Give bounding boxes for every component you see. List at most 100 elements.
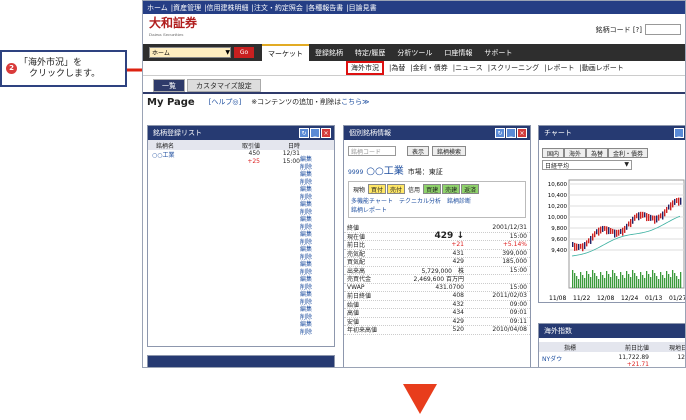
x-tick: 01/27 (669, 295, 686, 302)
panel-title: 個別銘柄情報 (349, 129, 391, 137)
edit-link[interactable]: 編集 (300, 171, 330, 179)
minimize-icon[interactable]: _ (674, 128, 684, 138)
edit-link[interactable]: 編集 (300, 276, 330, 284)
close-icon[interactable]: × (517, 128, 527, 138)
edit-link[interactable]: 編集 (300, 306, 330, 314)
refresh-icon[interactable]: ↻ (299, 128, 309, 138)
subnav-video[interactable]: 動画レポート (582, 63, 624, 73)
edit-link[interactable]: 編集 (300, 321, 330, 329)
nav-reports[interactable]: 各種報告書 (308, 3, 343, 13)
delete-link[interactable]: 削除 (300, 329, 330, 337)
technical-link[interactable]: テクニカル分析 (399, 198, 441, 205)
nav-margin[interactable]: 信用建株明細 (207, 3, 249, 13)
index-name[interactable]: NYダウ (539, 354, 601, 367)
price-cell: 売買代金 (347, 276, 372, 284)
minimize-icon[interactable]: _ (506, 128, 516, 138)
volume-bar (600, 272, 602, 288)
volume-bar (662, 275, 664, 288)
show-button[interactable]: 表示 (407, 146, 430, 156)
delete-link[interactable]: 削除 (300, 254, 330, 262)
edit-link[interactable]: 編集 (300, 186, 330, 194)
market-subnav: 海外市況 | 為替 | 金利・債券 | ニュース | スクリーニング | レポート | 動画… (143, 61, 685, 76)
delete-link[interactable]: 削除 (300, 239, 330, 247)
candle (644, 212, 646, 218)
tab-support[interactable]: サポート (478, 44, 518, 61)
watch-stock-name[interactable]: ○○工業 (148, 150, 206, 166)
tab-watchlist[interactable]: 登録銘柄 (309, 44, 349, 61)
watchlist-panel: 銘柄登録リスト ↻ _ × 銘柄名 取引値 日時 ○○工業 450 +25 12/31… (147, 125, 335, 347)
volume-bar (628, 274, 630, 288)
y-tick: 10,600 (548, 182, 568, 188)
buy-button[interactable]: 買付 (368, 184, 387, 194)
go-button[interactable]: Go (234, 47, 254, 58)
volume-bar (578, 279, 580, 288)
tab-customize[interactable]: カスタマイズ設定 (187, 79, 261, 92)
subnav-bonds[interactable]: 金利・債券 (413, 63, 448, 73)
tab-account[interactable]: 口座情報 (438, 44, 478, 61)
subnav-overseas-market[interactable]: 海外市況 (346, 61, 384, 75)
tab-analysis[interactable]: 分析ツール (391, 44, 438, 61)
delete-link[interactable]: 削除 (300, 314, 330, 322)
report-link[interactable]: 銘柄レポート (351, 207, 387, 214)
delete-link[interactable]: 削除 (300, 224, 330, 232)
subnav-news[interactable]: ニュース (455, 63, 483, 73)
page-select[interactable]: ホーム ▼ (149, 47, 231, 58)
subnav-fx[interactable]: 為替 (391, 63, 405, 73)
code-input[interactable] (645, 24, 681, 35)
customize-link[interactable]: こちら≫ (341, 97, 369, 107)
edit-link[interactable]: 編集 (300, 216, 330, 224)
nav-orders[interactable]: 注文・約定照会 (254, 3, 303, 13)
refresh-icon[interactable]: ↻ (495, 128, 505, 138)
edit-link[interactable]: 編集 (300, 231, 330, 239)
tab-list[interactable]: 一覧 (153, 79, 185, 92)
delete-link[interactable]: 削除 (300, 209, 330, 217)
stock-name: ○○工業 (366, 166, 404, 177)
tab-market[interactable]: マーケット (262, 44, 309, 61)
volume-bar (614, 273, 616, 288)
edit-link[interactable]: 編集 (300, 246, 330, 254)
stock-code-input[interactable]: 銘柄コード (348, 146, 396, 156)
volume-bar (630, 277, 632, 288)
delete-link[interactable]: 削除 (300, 179, 330, 187)
stock-search-button[interactable]: 銘柄検索 (432, 146, 467, 156)
multi-chart-link[interactable]: 多機能チャート (351, 198, 393, 205)
chart-tab-fx[interactable]: 為替 (586, 148, 609, 158)
price-cell: 431 (452, 249, 464, 257)
minimize-icon[interactable]: _ (310, 128, 320, 138)
delete-link[interactable]: 削除 (300, 194, 330, 202)
edit-link[interactable]: 編集 (300, 201, 330, 209)
price-cell: 431.0700 (435, 283, 464, 291)
margin-buy-button[interactable]: 買建 (423, 184, 442, 194)
nav-home[interactable]: ホーム (147, 3, 168, 13)
delete-link[interactable]: 削除 (300, 164, 330, 172)
edit-link[interactable]: 編集 (300, 261, 330, 269)
repay-button[interactable]: 返済 (461, 184, 480, 194)
subnav-report[interactable]: レポート (546, 63, 574, 73)
candle (626, 223, 628, 230)
delete-link[interactable]: 削除 (300, 269, 330, 277)
delete-link[interactable]: 削除 (300, 299, 330, 307)
volume-bar (672, 270, 674, 288)
subnav-screening[interactable]: スクリーニング (490, 63, 539, 73)
tab-history[interactable]: 特定/履歴 (349, 44, 391, 61)
diagnosis-link[interactable]: 銘柄診断 (447, 198, 471, 205)
edit-link[interactable]: 編集 (300, 156, 330, 164)
volume-bar (646, 271, 648, 288)
candle (592, 233, 594, 241)
nav-assets[interactable]: 資産管理 (173, 3, 201, 13)
chart-tab-bonds[interactable]: 金利・債券 (608, 148, 649, 158)
chart-tab-overseas[interactable]: 海外 (564, 148, 587, 158)
close-icon[interactable]: × (321, 128, 331, 138)
nav-prospectus[interactable]: 目論見書 (349, 3, 377, 13)
candle (606, 226, 608, 235)
candle (598, 227, 600, 236)
sell-button[interactable]: 売付 (387, 184, 406, 194)
delete-link[interactable]: 削除 (300, 284, 330, 292)
volume-bar (572, 270, 574, 288)
chart-tab-domestic[interactable]: 国内 (542, 148, 565, 158)
margin-sell-button[interactable]: 売建 (442, 184, 461, 194)
help-link[interactable]: [ヘルプ◎] (209, 97, 242, 107)
index-select[interactable]: 日経平均 ▼ (542, 160, 632, 170)
edit-link[interactable]: 編集 (300, 291, 330, 299)
overseas-index-panel: 海外指数 指標 前日比値 現地日 NYダウ 11,722.89 +21.71 12… (538, 323, 685, 367)
